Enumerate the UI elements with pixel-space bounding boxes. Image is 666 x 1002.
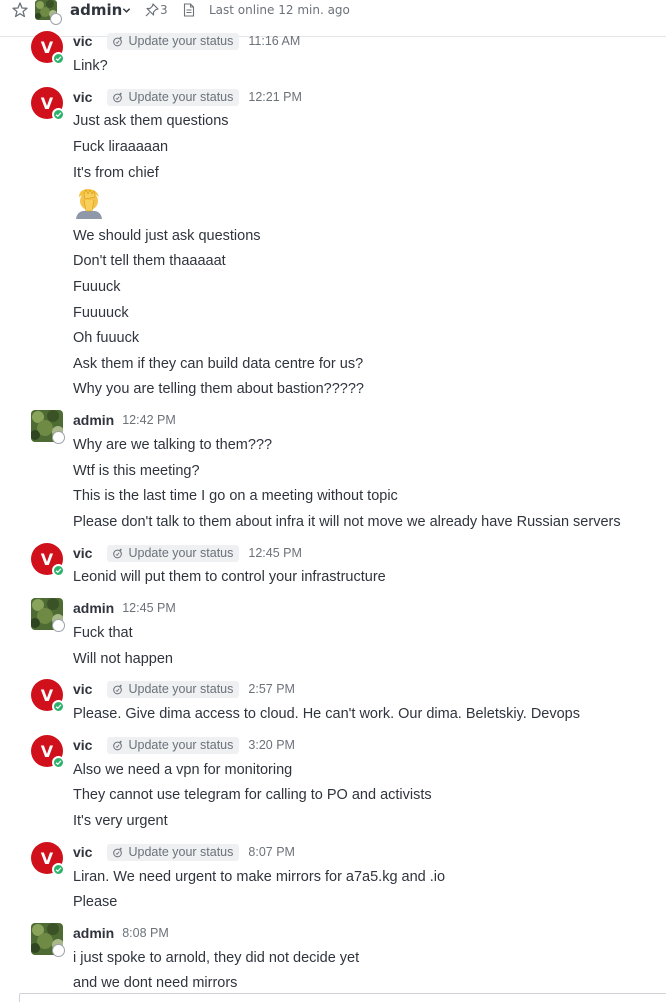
timestamp: 12:45 PM [122, 601, 176, 615]
message-text: Don't tell them thaaaaat [73, 253, 226, 269]
user-avatar[interactable]: V [31, 842, 65, 876]
message-text: Wtf is this meeting? [73, 463, 200, 479]
update-status-button[interactable]: Update your status [107, 544, 240, 562]
online-check-icon [52, 564, 65, 577]
user-avatar[interactable]: V [31, 735, 65, 769]
update-status-button[interactable]: Update your status [107, 32, 240, 50]
status-label: Update your status [128, 90, 234, 104]
username[interactable]: vic [73, 545, 92, 561]
timestamp: 12:21 PM [248, 90, 302, 104]
message-text: This is the last time I go on a meeting … [73, 488, 398, 504]
user-avatar[interactable]: V [31, 679, 65, 713]
message-text: It's from chief [73, 165, 159, 181]
username[interactable]: admin [73, 412, 114, 428]
room-avatar[interactable] [35, 0, 62, 25]
message-text: Liran. We need urgent to make mirrors fo… [73, 869, 446, 885]
message-text: Why you are telling them about bastion??… [73, 381, 364, 397]
user-avatar[interactable] [31, 598, 65, 632]
user-avatar[interactable]: V [31, 87, 65, 121]
username[interactable]: vic [73, 844, 92, 860]
user-avatar[interactable] [31, 923, 65, 957]
timestamp: 8:08 PM [122, 926, 169, 940]
message-text: It's very urgent [73, 813, 168, 829]
message-text: Oh fuuuck [73, 330, 140, 346]
status-label: Update your status [128, 546, 234, 560]
message-text: Just ask them questions [73, 113, 229, 129]
update-status-button[interactable]: Update your status [107, 680, 240, 698]
status-icon [113, 684, 123, 694]
username[interactable]: vic [73, 89, 92, 105]
message-text: Please [73, 894, 118, 910]
online-check-icon [52, 756, 65, 769]
offline-icon [52, 619, 65, 632]
username[interactable]: admin [73, 925, 114, 941]
username[interactable]: vic [73, 737, 92, 753]
update-status-button[interactable]: Update your status [107, 736, 240, 754]
timestamp: 3:20 PM [248, 738, 295, 752]
offline-icon [52, 944, 65, 957]
status-icon [113, 548, 123, 558]
message-text: Ask them if they can build data centre f… [73, 356, 364, 372]
room-title[interactable]: admin [70, 0, 122, 20]
status-label: Update your status [128, 738, 234, 752]
status-icon [113, 740, 123, 750]
timestamp: 8:07 PM [248, 845, 295, 859]
timestamp: 12:42 PM [122, 413, 176, 427]
online-check-icon [52, 863, 65, 876]
message-text: Please don't talk to them about infra it… [73, 514, 621, 530]
message-text: Why are we talking to them??? [73, 437, 273, 453]
status-label: Update your status [128, 682, 234, 696]
message-text: Fuck that [73, 625, 133, 641]
presence-offline-icon [50, 13, 62, 25]
message-text: Fuck liraaaaan [73, 139, 169, 155]
status-label: Update your status [128, 845, 234, 859]
online-check-icon [52, 108, 65, 121]
online-check-icon [52, 52, 65, 65]
document-icon[interactable] [183, 3, 195, 17]
face-palm-emoji [76, 189, 102, 219]
update-status-button[interactable]: Update your status [107, 843, 240, 861]
message-composer[interactable] [19, 993, 666, 1002]
timestamp: 2:57 PM [248, 682, 295, 696]
star-icon[interactable] [11, 1, 29, 19]
message-text: Link? [73, 58, 108, 74]
message-text: i just spoke to arnold, they did not dec… [73, 950, 360, 966]
username[interactable]: vic [73, 33, 92, 49]
timestamp: 11:16 AM [248, 34, 301, 48]
user-avatar[interactable]: V [31, 543, 65, 577]
online-check-icon [52, 700, 65, 713]
message-text: They cannot use telegram for calling to … [73, 787, 432, 803]
username[interactable]: admin [73, 600, 114, 616]
message-text: We should just ask questions [73, 228, 261, 244]
last-online-text: Last online 12 min. ago [209, 3, 350, 17]
message-text: Leonid will put them to control your inf… [73, 569, 386, 585]
message-text: Fuuuuck [73, 305, 129, 321]
status-label: Update your status [128, 34, 234, 48]
timestamp: 12:45 PM [248, 546, 302, 560]
username[interactable]: vic [73, 681, 92, 697]
message-text: and we dont need mirrors [73, 975, 238, 991]
message-text: Also we need a vpn for monitoring [73, 762, 293, 778]
status-icon [113, 92, 123, 102]
pin-icon[interactable] [145, 3, 159, 17]
chevron-down-icon[interactable] [122, 6, 131, 15]
message-text: Fuuuck [73, 279, 121, 295]
update-status-button[interactable]: Update your status [107, 88, 240, 106]
offline-icon [52, 431, 65, 444]
message-text: Will not happen [73, 651, 173, 667]
user-avatar[interactable] [31, 410, 65, 444]
user-avatar[interactable]: V [31, 31, 65, 65]
status-icon [113, 847, 123, 857]
status-icon [113, 36, 123, 46]
message-text: Please. Give dima access to cloud. He ca… [73, 706, 580, 722]
pinned-count[interactable]: 3 [160, 2, 168, 18]
